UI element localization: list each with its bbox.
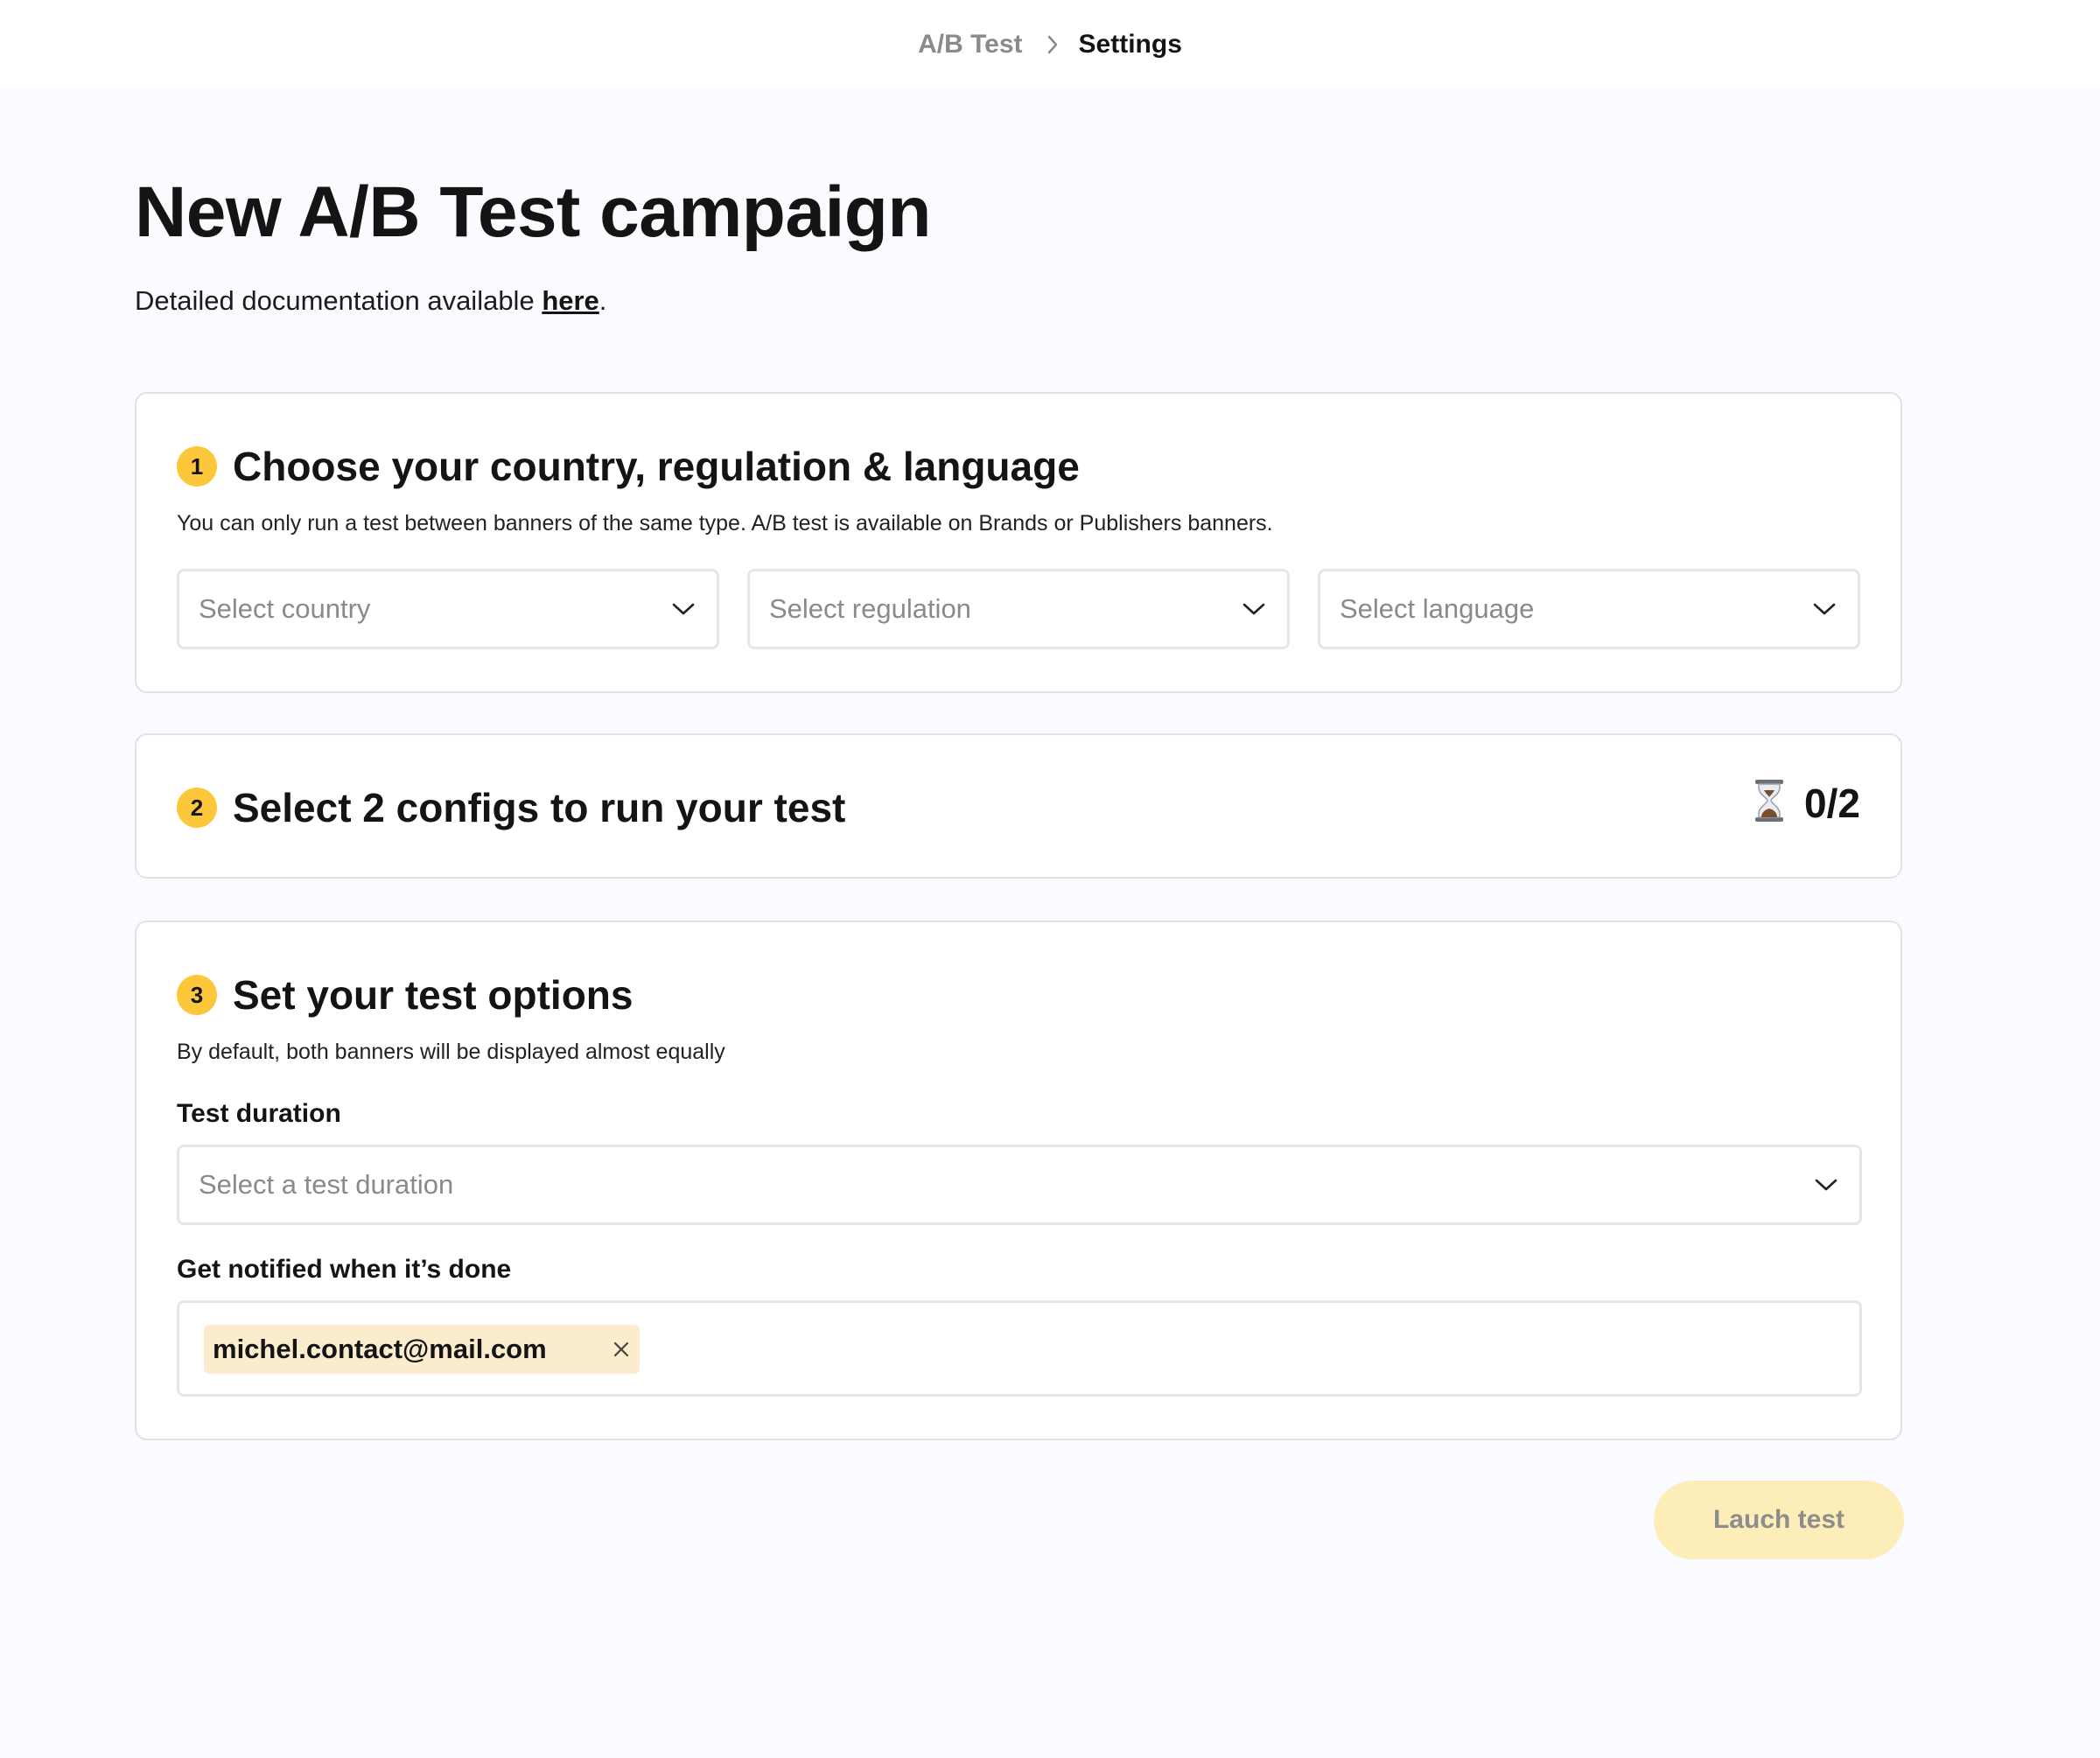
breadcrumb-current: Settings [1078, 30, 1182, 59]
config-counter: 0/2 [1754, 779, 1860, 827]
step-3-description: By default, both banners will be display… [177, 1040, 725, 1064]
step-2-header: 2 Select 2 configs to run your test [177, 784, 845, 831]
config-counter-value: 0/2 [1804, 780, 1860, 826]
notify-email-input[interactable]: michel.contact@mail.com [177, 1300, 1862, 1397]
language-select-placeholder: Select language [1340, 593, 1535, 624]
step-3-badge: 3 [177, 975, 217, 1015]
top-bar: A/B Test Settings [0, 0, 2100, 89]
documentation-suffix: . [598, 285, 607, 316]
chevron-down-icon [1814, 1177, 1838, 1193]
step-1-title: Choose your country, regulation & langua… [233, 444, 1080, 489]
launch-test-button[interactable]: Lauch test [1654, 1481, 1904, 1559]
test-duration-placeholder: Select a test duration [199, 1169, 454, 1200]
regulation-select-placeholder: Select regulation [769, 593, 971, 624]
email-chip-text: michel.contact@mail.com [213, 1334, 547, 1364]
regulation-select[interactable]: Select regulation [747, 569, 1290, 649]
step-1-card: 1 Choose your country, regulation & lang… [135, 392, 1902, 693]
step-2-badge: 2 [177, 788, 217, 828]
country-select-placeholder: Select country [199, 593, 371, 624]
documentation-line: Detailed documentation available here. [135, 285, 606, 317]
documentation-text: Detailed documentation available [135, 285, 542, 316]
test-duration-label: Test duration [177, 1099, 341, 1128]
step-3-header: 3 Set your test options [177, 971, 633, 1019]
breadcrumb-parent-link[interactable]: A/B Test [918, 30, 1022, 60]
step-3-card: 3 Set your test options By default, both… [135, 921, 1902, 1440]
country-select[interactable]: Select country [177, 569, 719, 649]
step-2-title: Select 2 configs to run your test [233, 785, 846, 830]
test-duration-select[interactable]: Select a test duration [177, 1145, 1862, 1225]
hourglass-icon [1754, 779, 1785, 827]
page-title: New A/B Test campaign [135, 172, 931, 252]
notify-label: Get notified when it’s done [177, 1255, 512, 1284]
step-2-card[interactable]: 2 Select 2 configs to run your test 0/2 [135, 733, 1902, 879]
chevron-down-icon [1812, 601, 1837, 617]
step-1-badge: 1 [177, 446, 217, 487]
language-select[interactable]: Select language [1318, 569, 1860, 649]
step-1-header: 1 Choose your country, regulation & lang… [177, 443, 1080, 490]
chevron-down-icon [1242, 601, 1266, 617]
email-chip: michel.contact@mail.com [204, 1325, 640, 1374]
chevron-down-icon [671, 601, 696, 617]
close-icon[interactable] [612, 1340, 631, 1359]
step-1-description: You can only run a test between banners … [177, 511, 1273, 536]
chevron-right-icon [1046, 34, 1060, 55]
step-3-title: Set your test options [233, 972, 634, 1018]
documentation-link[interactable]: here [542, 285, 598, 316]
